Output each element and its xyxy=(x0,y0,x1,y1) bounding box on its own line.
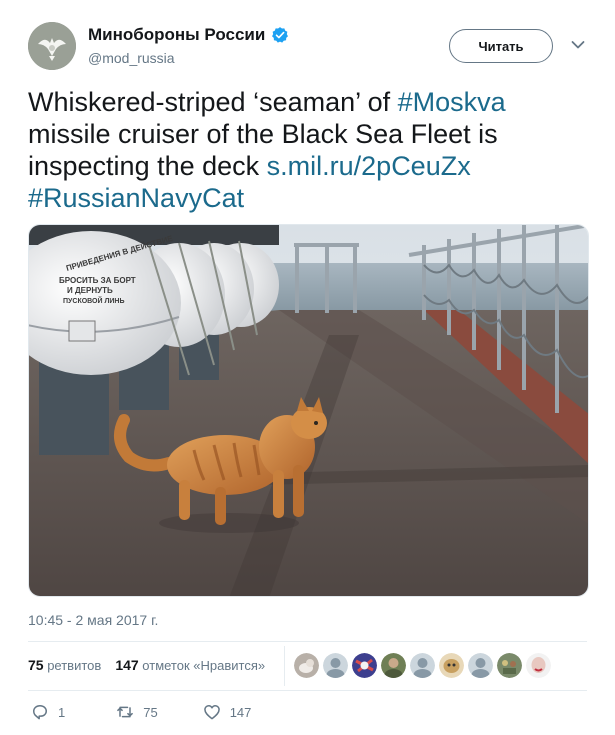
verified-badge-icon xyxy=(272,27,289,43)
liker-avatar-8[interactable] xyxy=(497,653,522,678)
tweet-text: Whiskered-striped ‘seaman’ of #Moskva mi… xyxy=(28,86,588,214)
tweet-actions: 1 75 147 xyxy=(28,702,251,722)
tweet-text-line-1: Whiskered-striped ‘seaman’ of xyxy=(28,87,398,117)
like-button[interactable]: 147 xyxy=(202,702,252,722)
author-name[interactable]: Минобороны России xyxy=(88,25,265,45)
chevron-down-icon[interactable] xyxy=(571,40,585,50)
tweet-text-line-3: inspecting the deck xyxy=(28,151,267,181)
liker-avatar-2[interactable] xyxy=(323,653,348,678)
reply-button[interactable]: 1 xyxy=(30,702,65,722)
like-count-label[interactable]: отметок «Нравится» xyxy=(142,658,265,673)
liker-avatar-5[interactable] xyxy=(410,653,435,678)
heart-icon xyxy=(203,705,220,720)
like-count[interactable]: 147 xyxy=(115,657,138,673)
divider-top xyxy=(28,641,587,642)
raft-label-4: ПУСКОВОЙ ЛИНЬ xyxy=(63,296,125,305)
liker-avatar-6[interactable] xyxy=(439,653,464,678)
liker-avatar-1[interactable] xyxy=(294,653,319,678)
liker-avatar-3[interactable] xyxy=(352,653,377,678)
hashtag-russiannavycat-link[interactable]: #RussianNavyCat xyxy=(28,183,244,213)
reply-icon xyxy=(33,705,47,720)
cat-on-deck-photo: ПРИВЕДЕНИЯ В ДЕЙСТВИЕ БРОСИТЬ ЗА БОРТ И … xyxy=(29,225,588,596)
avatar[interactable] xyxy=(28,22,76,70)
divider-bottom xyxy=(28,690,587,691)
liker-avatars xyxy=(294,653,551,678)
stats-separator xyxy=(284,646,285,686)
retweet-count[interactable]: 75 xyxy=(28,657,44,673)
author-row: Минобороны России xyxy=(88,25,289,45)
like-action-count: 147 xyxy=(229,704,252,720)
tweet-timestamp[interactable]: 10:45 - 2 мая 2017 г. xyxy=(28,612,158,628)
follow-button[interactable]: Читать xyxy=(449,29,553,63)
retweet-action-count: 75 xyxy=(143,704,158,720)
liker-avatar-9[interactable] xyxy=(526,653,551,678)
ministry-emblem-icon xyxy=(28,22,76,70)
liker-avatar-7[interactable] xyxy=(468,653,493,678)
raft-label-3: И ДЕРНУТЬ xyxy=(67,286,113,295)
retweet-button[interactable]: 75 xyxy=(115,702,158,722)
raft-label-2: БРОСИТЬ ЗА БОРТ xyxy=(59,276,136,285)
short-url-link[interactable]: s.mil.ru/2pCeuZx xyxy=(267,151,471,181)
author-handle[interactable]: @mod_russia xyxy=(88,50,175,66)
reply-count: 1 xyxy=(58,704,66,720)
tweet-text-line-2: missile cruiser of the Black Sea Fleet i… xyxy=(28,119,498,149)
engagement-stats: 75 ретвитов 147 отметок «Нравится» xyxy=(28,657,265,673)
tweet-photo[interactable]: ПРИВЕДЕНИЯ В ДЕЙСТВИЕ БРОСИТЬ ЗА БОРТ И … xyxy=(28,224,589,597)
liker-avatar-4[interactable] xyxy=(381,653,406,678)
retweet-icon xyxy=(117,706,134,718)
hashtag-moskva-link[interactable]: #Moskva xyxy=(398,87,506,117)
retweet-count-label[interactable]: ретвитов xyxy=(47,658,101,673)
